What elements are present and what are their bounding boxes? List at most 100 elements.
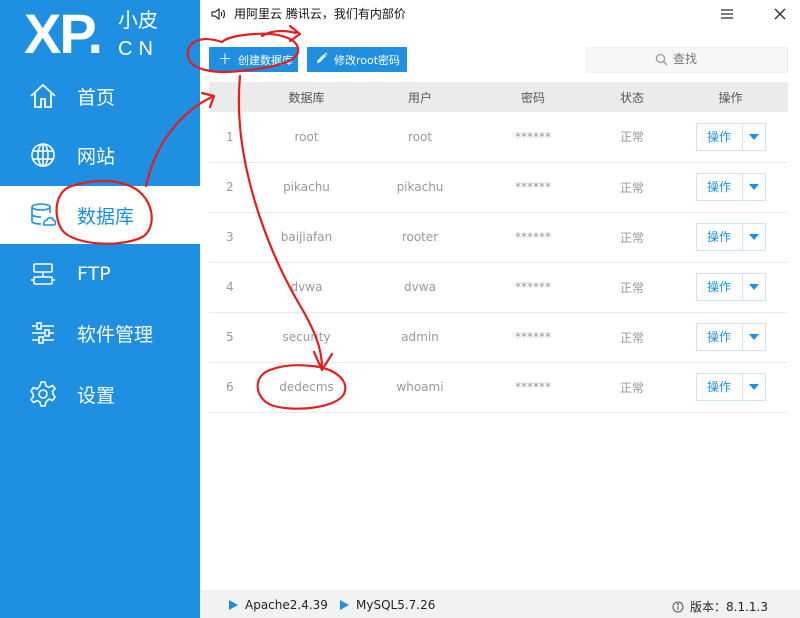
action-button[interactable]: 操作 — [697, 123, 743, 150]
cell-user: root — [407, 129, 433, 144]
cell-action: 操作 — [673, 312, 788, 362]
cell-database: root — [294, 129, 319, 144]
cell-database: dedecms — [279, 380, 334, 394]
sidebar-item-label: 设置 — [77, 384, 116, 407]
caret-down-icon[interactable] — [743, 174, 765, 200]
table-header-row: 数据库 用户 密码 状态 操作 — [209, 82, 788, 112]
table-row: 5 security admin ****** 正常 操作 — [209, 312, 788, 362]
search-box[interactable] — [586, 47, 788, 73]
cell-status: 正常 — [619, 380, 644, 395]
cell-database: dvwa — [290, 280, 323, 294]
plus-icon: ＋ — [218, 51, 232, 68]
create-database-label: 创建数据库 — [238, 53, 293, 67]
caret-down-icon[interactable] — [743, 374, 765, 400]
row-number: 3 — [226, 230, 234, 244]
table-row: 2 pikachu pikachu ****** 正常 操作 — [209, 162, 788, 212]
column-header-user: 用户 — [407, 90, 432, 105]
sidebar-item-website[interactable]: 网站 — [0, 126, 200, 184]
cell-password: ****** — [515, 230, 551, 244]
change-root-password-label: 修改root密码 — [334, 53, 401, 67]
action-button[interactable]: 操作 — [697, 324, 743, 350]
cell-database: security — [282, 330, 331, 344]
change-root-password-button[interactable]: 修改root密码 — [307, 47, 407, 72]
status-bar: Apache2.4.39 MySQL5.7.26 版本：8.1.1.3 — [200, 590, 800, 618]
mysql-service[interactable]: MySQL5.7.26 — [340, 598, 435, 612]
action-dropdown[interactable]: 操作 — [695, 323, 766, 351]
logo-text: XP. — [24, 2, 103, 65]
cell-status: 正常 — [619, 180, 644, 195]
action-dropdown[interactable]: 操作 — [695, 373, 766, 401]
cell-action: 操作 — [673, 362, 788, 412]
table-row: 4 dvwa dvwa ****** 正常 操作 — [209, 262, 788, 312]
column-header-database: 数据库 — [288, 90, 325, 105]
table-row: 3 baijiafan rooter ****** 正常 操作 — [209, 212, 788, 262]
play-icon — [229, 600, 238, 610]
action-button[interactable]: 操作 — [697, 374, 743, 400]
cell-status: 正常 — [619, 130, 644, 145]
sidebar-item-home[interactable]: 首页 — [0, 67, 200, 125]
minimize-button[interactable] — [717, 4, 737, 24]
main-panel: ＋ 创建数据库 修改root密码 数据库 用户 密码 状态 操作 1 root — [200, 30, 800, 590]
column-header-status: 状态 — [619, 90, 644, 105]
home-icon — [28, 81, 58, 111]
column-header-num — [209, 82, 248, 112]
cell-user: dvwa — [404, 280, 436, 294]
database-table: 数据库 用户 密码 状态 操作 1 root root ****** 正常 操作… — [209, 82, 788, 413]
close-button[interactable] — [770, 4, 790, 24]
sidebar-item-label: 数据库 — [77, 205, 135, 228]
cell-status: 正常 — [619, 230, 644, 245]
action-button[interactable]: 操作 — [697, 224, 743, 250]
cell-status: 正常 — [619, 330, 644, 345]
caret-down-icon[interactable] — [743, 224, 765, 250]
logo-subtitle-cn: 小皮 — [118, 8, 158, 32]
search-input[interactable] — [673, 51, 773, 67]
sidebar-item-software[interactable]: 软件管理 — [0, 304, 200, 362]
sidebar-item-label: 网站 — [77, 145, 116, 168]
action-dropdown[interactable]: 操作 — [695, 273, 766, 301]
sidebar-item-database[interactable]: 数据库 — [0, 186, 200, 244]
row-number: 1 — [226, 129, 234, 144]
caret-down-icon[interactable] — [743, 124, 765, 150]
cell-database: baijiafan — [280, 230, 333, 244]
action-dropdown[interactable]: 操作 — [695, 223, 766, 251]
version-label: 版本：8.1.1.3 — [690, 600, 768, 614]
row-number: 2 — [226, 180, 234, 194]
action-button[interactable]: 操作 — [697, 274, 743, 300]
cell-database: pikachu — [283, 180, 330, 194]
cell-user: rooter — [401, 230, 439, 244]
cell-user: whoami — [396, 380, 444, 394]
gear-icon — [28, 379, 58, 409]
row-number: 4 — [226, 280, 234, 294]
cell-password: ****** — [515, 129, 551, 144]
ad-banner[interactable]: 用阿里云 腾讯云，我们有内部价 — [210, 5, 406, 22]
action-button[interactable]: 操作 — [697, 174, 743, 200]
cell-password: ****** — [515, 380, 551, 394]
top-bar: 用阿里云 腾讯云，我们有内部价 — [200, 0, 800, 30]
cell-action: 操作 — [673, 112, 788, 162]
sidebar-item-ftp[interactable]: FTP — [0, 245, 200, 303]
sidebar-item-settings[interactable]: 设置 — [0, 365, 200, 423]
action-dropdown[interactable]: 操作 — [695, 173, 766, 201]
column-header-password: 密码 — [520, 90, 545, 105]
sidebar: XP. 小皮 CN 首页 网站 数据库 FTP 软件管理 设置 — [0, 0, 200, 618]
cell-password: ****** — [515, 330, 551, 344]
create-database-button[interactable]: ＋ 创建数据库 — [209, 47, 298, 72]
caret-down-icon[interactable] — [743, 274, 765, 300]
action-dropdown[interactable]: 操作 — [695, 122, 766, 151]
caret-down-icon[interactable] — [743, 324, 765, 350]
minimize-icon — [721, 9, 733, 19]
column-header-action: 操作 — [718, 90, 743, 105]
apache-service[interactable]: Apache2.4.39 — [229, 598, 328, 612]
logo-subtitle-en: CN — [118, 38, 159, 60]
speaker-icon — [211, 7, 226, 20]
table-row: 6 dedecms whoami ****** 正常 操作 — [209, 362, 788, 412]
cell-action: 操作 — [673, 262, 788, 312]
sidebar-item-label: 首页 — [77, 86, 116, 109]
cell-user: pikachu — [396, 180, 444, 194]
row-number: 5 — [226, 330, 234, 344]
database-icon — [28, 200, 58, 230]
apache-label: Apache2.4.39 — [245, 598, 328, 612]
server-icon — [28, 259, 58, 289]
cell-user: admin — [401, 330, 439, 344]
close-icon — [774, 8, 786, 20]
